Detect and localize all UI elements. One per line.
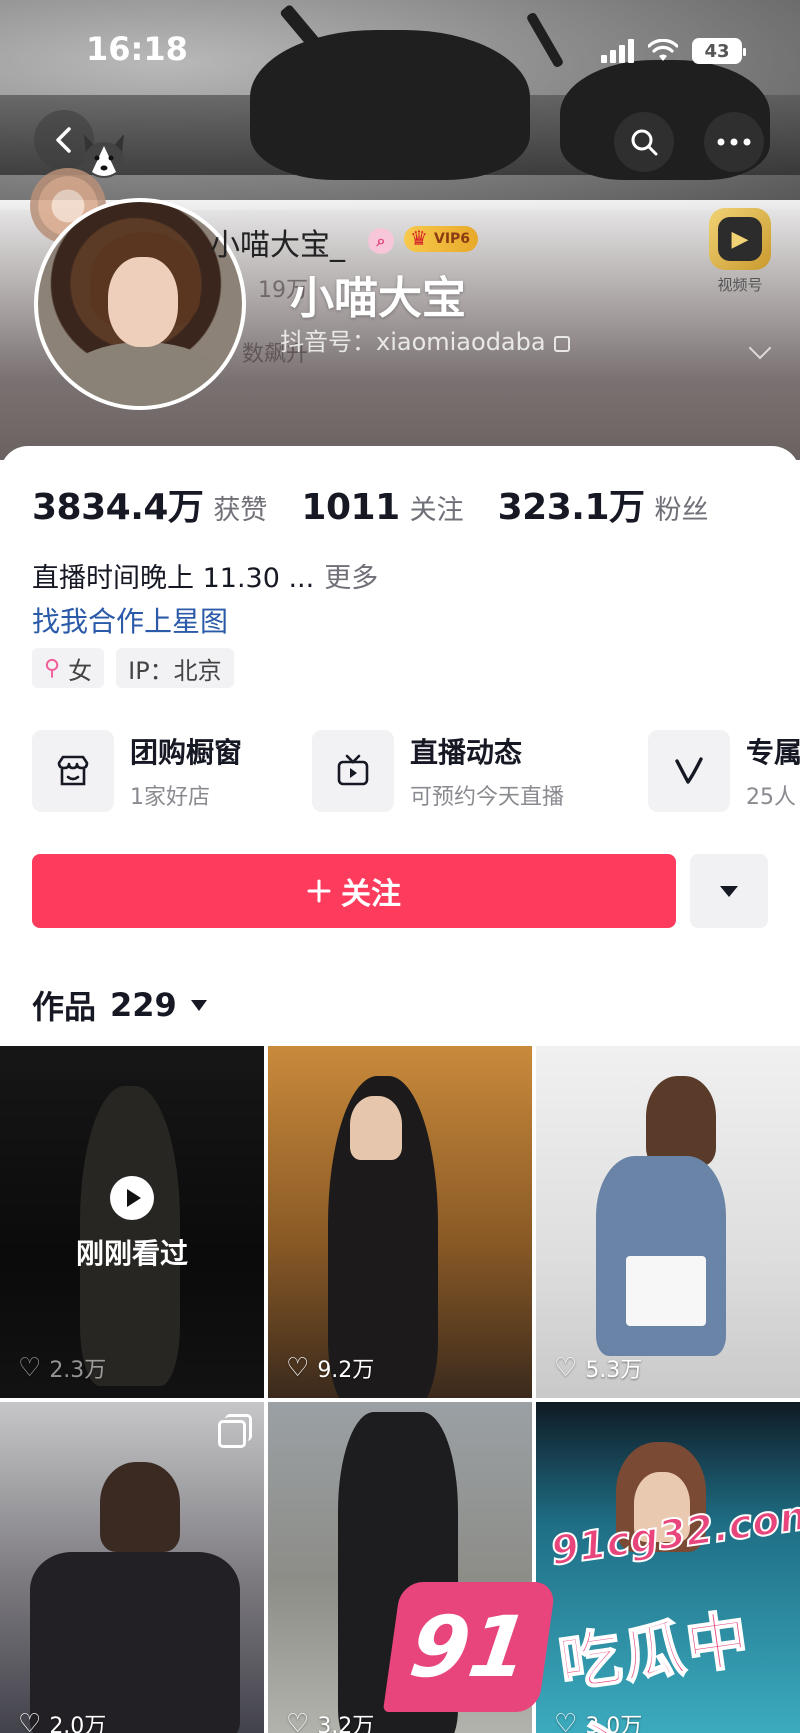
like-count: ♡ 3.2万 — [286, 1708, 374, 1733]
search-badge-icon: ⌕ — [368, 228, 394, 254]
video-thumbnail[interactable]: ♡ 5.3万 — [536, 1046, 800, 1398]
douyin-id[interactable]: 抖音号：xiaomiaodaba — [280, 322, 570, 357]
services-row: 团购橱窗 1家好店 直播动态 可预约今天直播 专属 25人 — [32, 730, 800, 812]
battery-icon: 43 — [692, 38, 746, 64]
likes-count: 3834.4万 — [32, 487, 204, 528]
shop-icon — [32, 730, 114, 812]
gender-tag: ⚲ 女 — [32, 648, 105, 688]
cellular-signal-icon — [601, 39, 634, 63]
status-icons: 43 — [601, 38, 746, 64]
watermark-number: 91 — [382, 1582, 557, 1712]
video-channel-badge[interactable]: ▶ 视频号 — [690, 208, 790, 295]
video-thumbnail[interactable]: ♡ 9.2万 — [268, 1046, 532, 1398]
following-label[interactable]: 关注 — [410, 488, 464, 527]
follow-button-label: 关注 — [341, 877, 401, 912]
heart-icon: ♡ — [18, 1353, 42, 1383]
recently-viewed-label: 刚刚看过 — [75, 1237, 188, 1270]
gender-text: 女 — [68, 656, 93, 685]
multi-image-icon — [218, 1414, 252, 1448]
search-button[interactable] — [614, 112, 674, 172]
watermark-text: 吃瓜中心 — [554, 1601, 756, 1733]
female-icon: ⚲ — [44, 655, 61, 681]
wifi-icon — [648, 39, 678, 61]
more-options-button[interactable] — [704, 112, 764, 172]
exclusive-group[interactable]: 专属 25人 — [648, 730, 800, 812]
display-name: 小喵大宝 — [290, 273, 466, 324]
works-label: 作品 — [32, 988, 97, 1026]
tv-icon — [312, 730, 394, 812]
service-title: 直播动态 — [410, 736, 523, 769]
status-time: 16:18 — [86, 30, 188, 68]
like-count: ♡ 2.3万 — [18, 1353, 107, 1383]
recently-viewed-overlay: 刚刚看过 — [0, 1176, 264, 1272]
ip-tag: IP：北京 — [116, 648, 234, 688]
like-count: ♡ 5.3万 — [554, 1353, 643, 1383]
service-subtitle: 1家好店 — [130, 785, 210, 810]
v-icon — [648, 730, 730, 812]
search-icon — [631, 129, 658, 156]
douyin-id-text: 抖音号：xiaomiaodaba — [280, 328, 546, 356]
live-updates[interactable]: 直播动态 可预约今天直播 — [312, 730, 564, 812]
like-count: ♡ 9.2万 — [286, 1353, 375, 1383]
watermark-logo: 91cg32.com 91 吃瓜中心 — [382, 1490, 800, 1733]
nickname: 小喵大宝_ — [210, 228, 345, 263]
likes-label: 获赞 — [213, 495, 268, 526]
service-title: 专属 — [746, 736, 800, 769]
video-thumbnail[interactable]: ♡ 2.0万 — [0, 1402, 264, 1733]
heart-icon: ♡ — [286, 1353, 310, 1383]
play-icon — [110, 1176, 154, 1220]
collab-link[interactable]: 找我合作上星图 — [32, 600, 228, 640]
bio: 直播时间晚上 11.30 ... 更多 — [32, 556, 378, 595]
service-title: 团购橱窗 — [130, 736, 243, 769]
heart-icon: ♡ — [554, 1353, 578, 1383]
works-tab[interactable]: 作品 229 — [32, 982, 207, 1028]
more-dots-icon — [717, 138, 751, 146]
followers-label[interactable]: 粉丝 — [655, 488, 709, 527]
bio-text: 直播时间晚上 11.30 ... — [32, 563, 315, 594]
bio-more-link[interactable]: 更多 — [324, 563, 378, 594]
followers-count[interactable]: 323.1万 — [498, 478, 645, 530]
works-count: 229 — [110, 986, 177, 1024]
copy-icon[interactable] — [553, 336, 570, 352]
heart-icon: ♡ — [286, 1709, 310, 1733]
follow-dropdown-button[interactable] — [690, 854, 768, 928]
profile-tags: ⚲ 女 IP：北京 — [32, 648, 234, 688]
service-subtitle: 25人 — [746, 785, 796, 810]
heart-icon: ♡ — [18, 1709, 42, 1733]
service-subtitle: 可预约今天直播 — [410, 785, 565, 810]
like-count: ♡ 2.0万 — [18, 1708, 106, 1733]
caret-down-icon — [190, 999, 207, 1011]
video-channel-icon: ▶ — [709, 208, 771, 270]
caret-down-icon — [720, 885, 738, 897]
ip-text: IP：北京 — [128, 656, 222, 685]
plus-icon — [307, 879, 331, 903]
following-count[interactable]: 1011 — [301, 487, 400, 528]
chevron-left-icon — [56, 127, 71, 153]
group-buy-window[interactable]: 团购橱窗 1家好店 — [32, 730, 242, 812]
video-thumbnail[interactable]: 刚刚看过 ♡ 2.3万 — [0, 1046, 264, 1398]
follow-button[interactable]: 关注 — [32, 854, 676, 928]
vip-badge[interactable]: VIP6 — [404, 225, 479, 252]
video-channel-label: 视频号 — [717, 276, 763, 294]
husky-icon — [84, 134, 124, 178]
stats-row: 3834.4万 获赞 1011 关注 323.1万 粉丝 — [32, 478, 743, 530]
